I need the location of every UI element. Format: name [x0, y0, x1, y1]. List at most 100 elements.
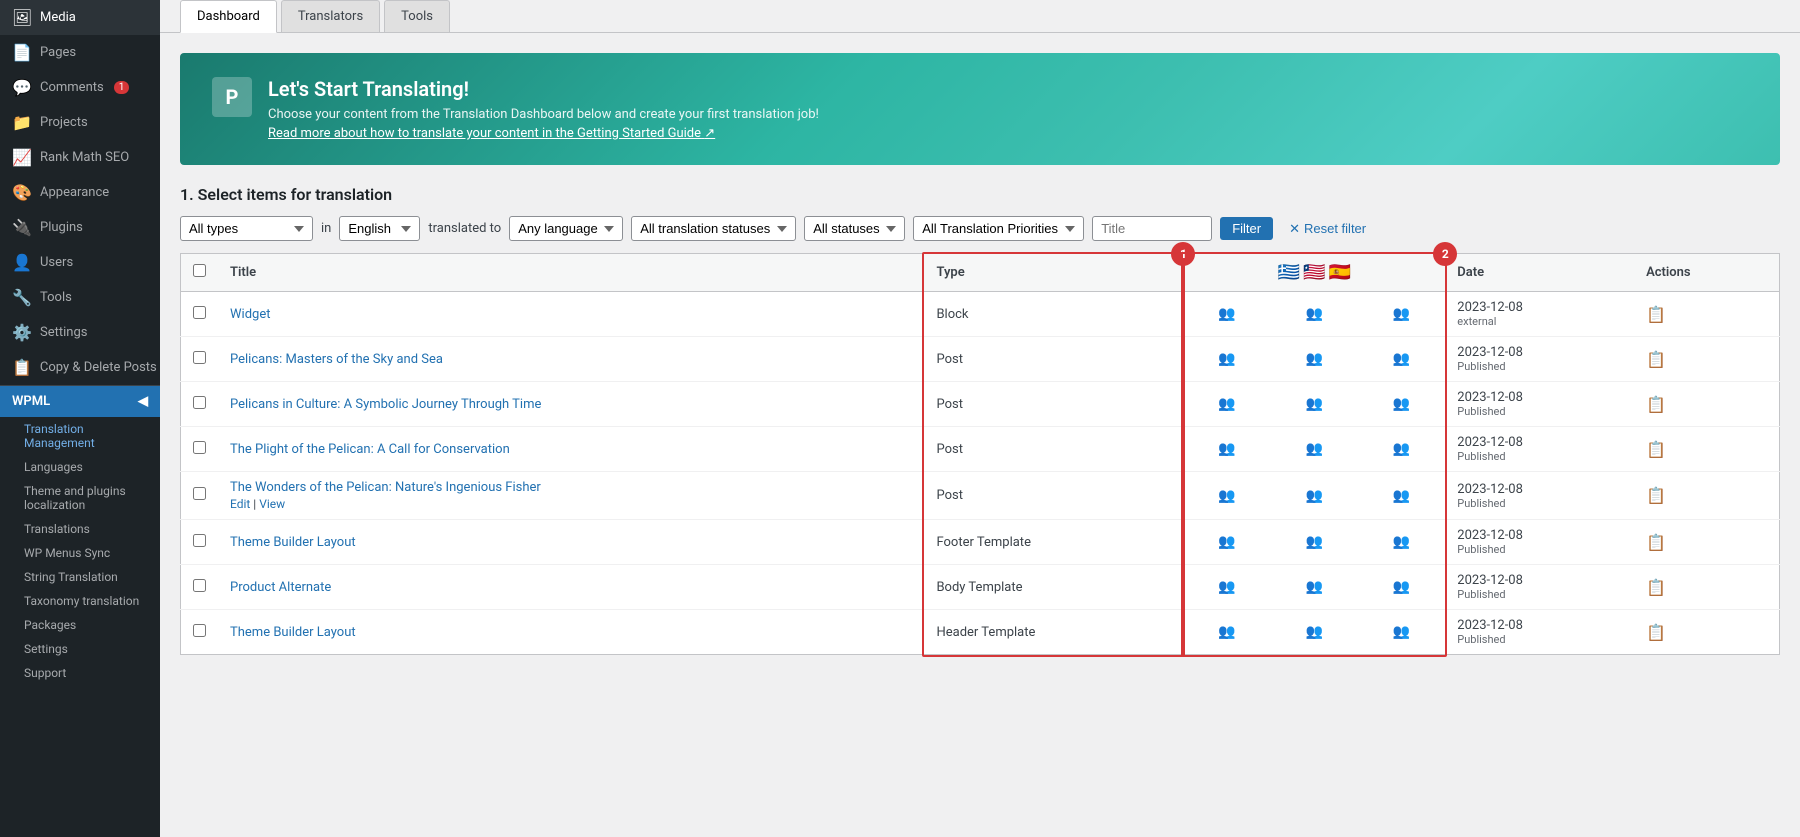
translation-status-icon-3-1[interactable]: 👥: [1306, 396, 1323, 412]
row-6-date-value: 2023-12-08: [1457, 528, 1622, 543]
row-5-view-link[interactable]: View: [259, 497, 285, 511]
translation-status-icon-1-0[interactable]: 👥: [1218, 306, 1235, 322]
translation-status-icon-1-2[interactable]: 👥: [1393, 306, 1410, 322]
sidebar-item-plugins[interactable]: 🔌Plugins: [0, 210, 160, 245]
wpml-sub-settings-wpml[interactable]: Settings: [0, 637, 160, 661]
sidebar-item-comments[interactable]: 💬Comments1: [0, 70, 160, 105]
wpml-sub-translation-management[interactable]: Translation Management: [0, 417, 160, 455]
status-filter[interactable]: All statusesPublishedDraft: [804, 216, 905, 241]
translation-status-icon-8-1[interactable]: 👥: [1306, 624, 1323, 640]
projects-icon: 📁: [12, 113, 32, 132]
priority-filter[interactable]: All Translation PrioritiesNormalHigh: [913, 216, 1084, 241]
type-filter[interactable]: All typesPostPageBlockFooter TemplateBod…: [180, 216, 313, 241]
sidebar-item-rank-math-seo[interactable]: 📈Rank Math SEO: [0, 140, 160, 175]
sidebar-item-pages[interactable]: 📄Pages: [0, 35, 160, 70]
lang-flags-header: 🇬🇷 🇱🇷 🇪🇸: [1183, 254, 1445, 292]
row-8-action-icon[interactable]: 📋: [1646, 623, 1666, 642]
row-2-action-icon[interactable]: 📋: [1646, 350, 1666, 369]
wpml-header[interactable]: WPML◀: [0, 386, 160, 417]
row-7-action-icon[interactable]: 📋: [1646, 578, 1666, 597]
translation-status-icon-6-2[interactable]: 👥: [1393, 534, 1410, 550]
tab-translators[interactable]: Translators: [281, 0, 380, 32]
sidebar-item-copy-delete-posts[interactable]: 📋Copy & Delete Posts: [0, 350, 160, 385]
sidebar-item-users[interactable]: 👤Users: [0, 245, 160, 280]
translation-status-icon-7-0[interactable]: 👥: [1218, 579, 1235, 595]
translation-status-icon-5-1[interactable]: 👥: [1306, 488, 1323, 504]
sidebar-item-tools[interactable]: 🔧Tools: [0, 280, 160, 315]
row-3-checkbox[interactable]: [193, 396, 206, 409]
row-3-action-icon[interactable]: 📋: [1646, 395, 1666, 414]
row-2-title: Pelicans: Masters of the Sky and Sea: [218, 337, 924, 382]
wpml-sub-wp-menus-sync[interactable]: WP Menus Sync: [0, 541, 160, 565]
row-7-title-text[interactable]: Product Alternate: [230, 580, 331, 595]
row-5-title-text[interactable]: The Wonders of the Pelican: Nature's Ing…: [230, 480, 541, 495]
translation-status-icon-4-0[interactable]: 👥: [1218, 441, 1235, 457]
translation-status-icon-6-1[interactable]: 👥: [1306, 534, 1323, 550]
section-title: 1. Select items for translation: [160, 185, 1800, 216]
tab-tools[interactable]: Tools: [384, 0, 450, 32]
row-8-lang-1: 👥: [1271, 610, 1358, 655]
translation-status-icon-4-1[interactable]: 👥: [1306, 441, 1323, 457]
sidebar-items: 🖼Media📄Pages💬Comments1📁Projects📈Rank Mat…: [0, 0, 160, 685]
sidebar-item-settings[interactable]: ⚙️Settings: [0, 315, 160, 350]
row-3-title-text[interactable]: Pelicans in Culture: A Symbolic Journey …: [230, 397, 541, 412]
sidebar-item-appearance[interactable]: 🎨Appearance: [0, 175, 160, 210]
row-2-actions: 📋: [1634, 337, 1779, 382]
translation-status-icon-2-2[interactable]: 👥: [1393, 351, 1410, 367]
translation-status-icon-8-0[interactable]: 👥: [1218, 624, 1235, 640]
row-8-title-text[interactable]: Theme Builder Layout: [230, 625, 356, 640]
banner-link[interactable]: Read more about how to translate your co…: [268, 126, 715, 141]
translation-status-icon-3-2[interactable]: 👥: [1393, 396, 1410, 412]
translation-status-icon-1-1[interactable]: 👥: [1306, 306, 1323, 322]
sidebar-label-tools: Tools: [40, 290, 72, 305]
row-2-type: Post: [924, 337, 1183, 382]
row-5-checkbox[interactable]: [193, 487, 206, 500]
row-7-checkbox[interactable]: [193, 579, 206, 592]
translation-status-icon-3-0[interactable]: 👥: [1218, 396, 1235, 412]
wpml-sub-languages[interactable]: Languages: [0, 455, 160, 479]
row-4-action-icon[interactable]: 📋: [1646, 440, 1666, 459]
select-all-checkbox[interactable]: [193, 264, 206, 277]
tab-dashboard[interactable]: Dashboard: [180, 0, 277, 33]
sidebar-item-media[interactable]: 🖼Media: [0, 0, 160, 35]
translation-status-icon-5-2[interactable]: 👥: [1393, 488, 1410, 504]
row-4-title-text[interactable]: The Plight of the Pelican: A Call for Co…: [230, 442, 510, 457]
row-2-checkbox[interactable]: [193, 351, 206, 364]
row-6-action-icon[interactable]: 📋: [1646, 533, 1666, 552]
translation-status-icon-5-0[interactable]: 👥: [1218, 488, 1235, 504]
any-language-filter[interactable]: Any languageGreekSpanish: [509, 216, 623, 241]
row-6-title-text[interactable]: Theme Builder Layout: [230, 535, 356, 550]
sidebar-item-projects[interactable]: 📁Projects: [0, 105, 160, 140]
row-1-title-text[interactable]: Widget: [230, 307, 270, 322]
row-6-checkbox[interactable]: [193, 534, 206, 547]
translation-status-icon-2-1[interactable]: 👥: [1306, 351, 1323, 367]
wpml-sub-translations[interactable]: Translations: [0, 517, 160, 541]
translation-status-filter[interactable]: All translation statusesNot translatedIn…: [631, 216, 796, 241]
wpml-sub-string-translation[interactable]: String Translation: [0, 565, 160, 589]
wpml-sub-theme-plugins-localization[interactable]: Theme and plugins localization: [0, 479, 160, 517]
translation-status-icon-2-0[interactable]: 👥: [1218, 351, 1235, 367]
wpml-sub-support[interactable]: Support: [0, 661, 160, 685]
row-1-checkbox[interactable]: [193, 306, 206, 319]
comments-icon: 💬: [12, 78, 32, 97]
filter-button[interactable]: Filter: [1220, 217, 1273, 240]
wpml-menu-section: WPML◀Translation ManagementLanguagesThem…: [0, 386, 160, 685]
row-5-action-icon[interactable]: 📋: [1646, 486, 1666, 505]
translation-status-icon-4-2[interactable]: 👥: [1393, 441, 1410, 457]
wpml-sub-packages[interactable]: Packages: [0, 613, 160, 637]
type-header: Type: [924, 254, 1183, 292]
translation-status-icon-7-2[interactable]: 👥: [1393, 579, 1410, 595]
wpml-sub-taxonomy-translation[interactable]: Taxonomy translation: [0, 589, 160, 613]
translation-status-icon-7-1[interactable]: 👥: [1306, 579, 1323, 595]
row-4-checkbox[interactable]: [193, 441, 206, 454]
reset-filter-button[interactable]: ✕ Reset filter: [1281, 217, 1374, 241]
translation-status-icon-6-0[interactable]: 👥: [1218, 534, 1235, 550]
row-2-title-text[interactable]: Pelicans: Masters of the Sky and Sea: [230, 352, 443, 367]
translation-status-icon-8-2[interactable]: 👥: [1393, 624, 1410, 640]
row-8-date: 2023-12-08Published: [1445, 610, 1634, 655]
row-5-edit-link[interactable]: Edit: [230, 497, 250, 511]
title-filter-input[interactable]: [1092, 216, 1212, 241]
language-filter[interactable]: EnglishGreekSpanish: [339, 216, 420, 241]
row-8-checkbox[interactable]: [193, 624, 206, 637]
row-1-action-icon[interactable]: 📋: [1646, 305, 1666, 324]
